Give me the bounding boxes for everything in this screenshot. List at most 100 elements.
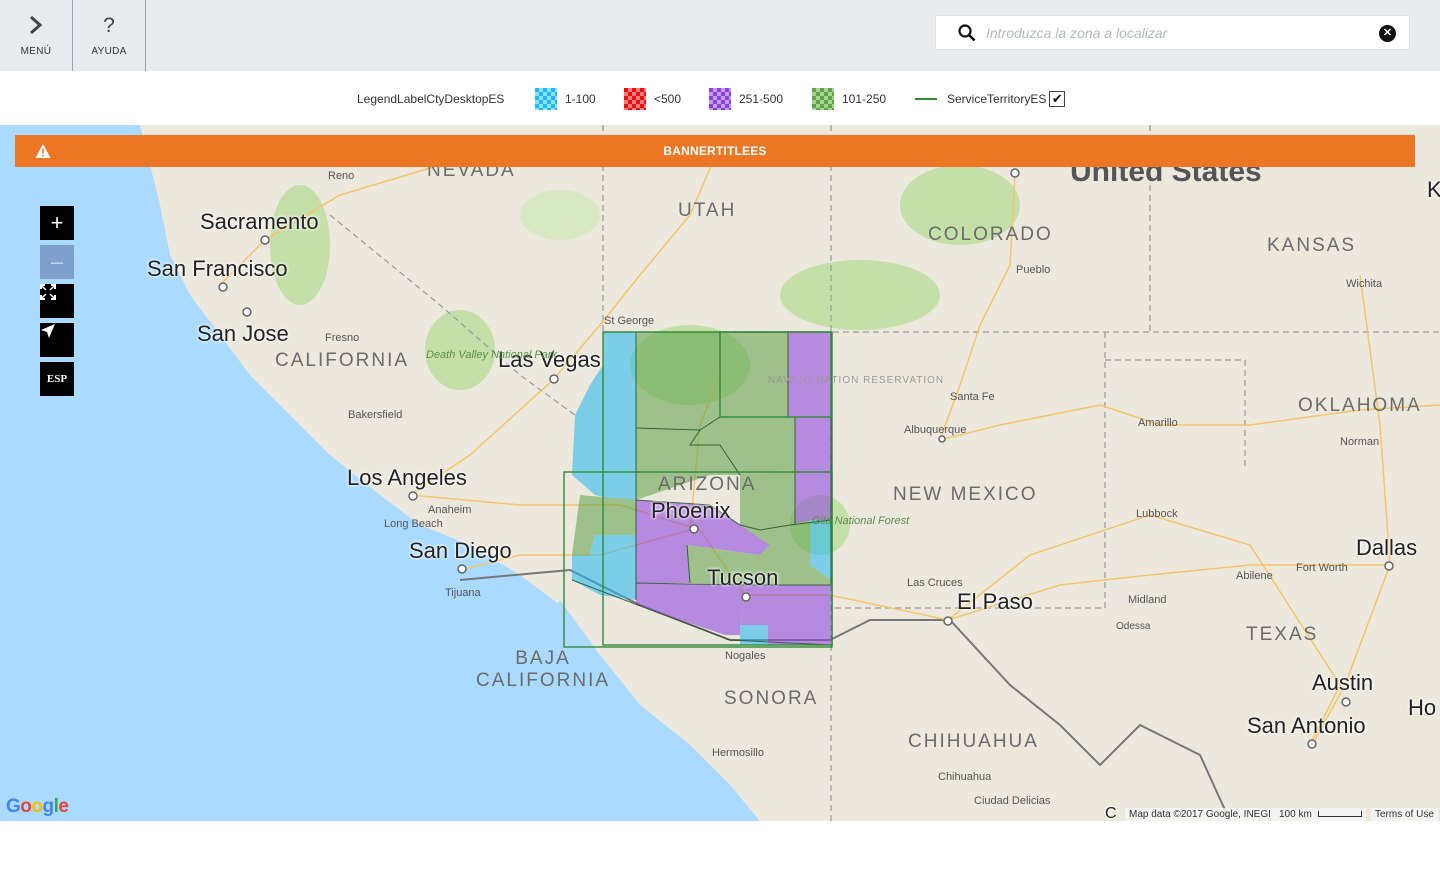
map-label-texas: TEXAS	[1246, 624, 1319, 645]
map-label-oklahoma: OKLAHOMA	[1298, 395, 1422, 416]
map-label-sonora: SONORA	[724, 688, 819, 709]
map-label-utah: UTAH	[678, 200, 737, 221]
chevron-right-icon	[28, 15, 44, 41]
bottom-blank-area	[0, 821, 1440, 892]
map-label-las-cruces: Las Cruces	[907, 577, 963, 589]
legend-label: 101-250	[842, 92, 887, 106]
help-label: AYUDA	[91, 45, 127, 57]
map-label-chihuahua-city: Chihuahua	[938, 771, 992, 783]
clear-search-icon[interactable]: ✕	[1379, 25, 1396, 42]
map-scale: 100 km	[1275, 808, 1366, 821]
map-label-albuquerque: Albuquerque	[904, 424, 967, 436]
map-label-san-diego: San Diego	[409, 538, 512, 563]
search-box: ✕	[935, 15, 1410, 50]
map-label-tucson: Tucson	[707, 565, 779, 590]
legend-item-lt500: <500	[624, 88, 681, 110]
legend-item-101-250: 101-250	[812, 88, 886, 110]
legend-title: LegendLabelCtyDesktopES	[357, 88, 504, 110]
legend-item-1-100: 1-100	[535, 88, 596, 110]
map-label-amarillo: Amarillo	[1138, 417, 1178, 429]
map-label-lubbock: Lubbock	[1136, 508, 1178, 520]
map-label-kansas: KANSAS	[1267, 235, 1357, 256]
map-label-norman: Norman	[1340, 436, 1380, 448]
map-label-wichita: Wichita	[1346, 278, 1383, 290]
map-label-new-mexico: NEW MEXICO	[893, 484, 1038, 505]
map-label-el-paso: El Paso	[957, 589, 1033, 614]
legend-swatch-blue	[535, 88, 557, 110]
terms-of-use-link[interactable]: Terms of Use	[1371, 808, 1438, 821]
top-bar: MENÚ ? AYUDA ✕	[0, 0, 1440, 71]
map-label-anaheim: Anaheim	[428, 504, 472, 516]
map-label-fresno: Fresno	[325, 332, 360, 344]
map-label-st-george: St George	[604, 315, 655, 327]
legend-bar: LegendLabelCtyDesktopES 1-100 <500 251-5…	[0, 71, 1440, 125]
search-icon[interactable]	[958, 24, 976, 42]
legend-label: ServiceTerritoryES	[947, 92, 1047, 106]
map-label-california: CALIFORNIA	[275, 350, 410, 371]
map-label-baja-california: BAJA CALIFORNIA	[476, 648, 611, 691]
map-label-midland: Midland	[1128, 594, 1167, 606]
legend-label: <500	[654, 92, 682, 106]
map-label-colorado: COLORADO	[928, 224, 1053, 245]
banner-title: BANNERTITLEES	[663, 144, 767, 158]
map-label-chihuahua: CHIHUAHUA	[908, 731, 1039, 752]
zoom-out-button[interactable]: –	[40, 245, 74, 279]
map-label-c-partial: C	[1105, 805, 1117, 821]
legend-swatch-green	[812, 88, 834, 110]
map-attribution: Map data ©2017 Google, INEGI	[1125, 808, 1275, 821]
map-scale-label: 100 km	[1279, 809, 1312, 820]
warning-icon	[35, 143, 51, 159]
map-label-k-partial: K	[1427, 177, 1440, 202]
service-territory-checkbox[interactable]: ✔	[1049, 91, 1066, 107]
fullscreen-button[interactable]	[40, 284, 74, 318]
legend-item-service-territory: ServiceTerritoryES ✔	[915, 88, 1066, 110]
map-label-long-beach: Long Beach	[384, 518, 443, 530]
legend-swatch-purple	[709, 88, 731, 110]
help-button[interactable]: ? AYUDA	[73, 0, 146, 71]
map-label-pueblo: Pueblo	[1016, 264, 1051, 276]
map-label-navajo: NAVAJO NATION RESERVATION	[768, 375, 945, 386]
language-button[interactable]: ESP	[40, 362, 74, 396]
map-label-abilene: Abilene	[1236, 570, 1273, 582]
zoom-in-button[interactable]: +	[40, 206, 74, 240]
search-input[interactable]	[986, 16, 1366, 49]
legend-item-251-500: 251-500	[709, 88, 783, 110]
minus-icon: –	[50, 249, 64, 274]
map-label-reno: Reno	[328, 170, 355, 182]
scale-bar-icon	[1317, 811, 1362, 818]
map-label-san-antonio: San Antonio	[1247, 713, 1366, 738]
map-label-santa-fe: Santa Fe	[950, 391, 995, 403]
legend-swatch-red	[624, 88, 646, 110]
legend-line-swatch	[915, 98, 937, 100]
map-label-tijuana: Tijuana	[445, 587, 481, 599]
map-label-arizona: ARIZONA	[658, 474, 757, 495]
google-logo: Google	[6, 796, 69, 817]
map-label-austin: Austin	[1312, 670, 1374, 695]
map-label-los-angeles: Los Angeles	[347, 465, 467, 490]
map-label-hermosillo: Hermosillo	[712, 747, 764, 759]
legend-label: 251-500	[739, 92, 784, 106]
locate-button[interactable]	[40, 323, 74, 357]
menu-button[interactable]: MENÚ	[0, 0, 73, 71]
alert-banner: BANNERTITLEES	[15, 135, 1415, 167]
question-icon: ?	[103, 13, 115, 37]
map-label-gila-forest: Gila National Forest	[812, 515, 910, 527]
map-label-sacramento: Sacramento	[200, 209, 319, 234]
map-label-fort-worth: Fort Worth	[1296, 562, 1348, 574]
map-label-bakersfield: Bakersfield	[348, 409, 403, 421]
legend-title-text: LegendLabelCtyDesktopES	[357, 92, 505, 106]
map-label-dallas: Dallas	[1356, 535, 1418, 560]
map-label-phoenix: Phoenix	[651, 498, 731, 523]
map-label-nogales: Nogales	[725, 650, 766, 662]
map-label-houston-partial: Ho	[1408, 695, 1437, 720]
plus-icon: +	[50, 210, 64, 235]
menu-label: MENÚ	[20, 45, 52, 57]
language-label: ESP	[46, 373, 68, 385]
map-label-odessa: Odessa	[1116, 621, 1151, 632]
map-label-death-valley: Death Valley National Park	[426, 349, 558, 361]
map-label-ciudad-delicias: Ciudad Delicias	[974, 795, 1051, 807]
map-canvas[interactable]: NEVADA UTAH COLORADO KANSAS CALIFORNIA A…	[0, 125, 1440, 821]
legend-label: 1-100	[565, 92, 596, 106]
map-label-san-jose: San Jose	[197, 321, 289, 346]
map-label-san-francisco: San Francisco	[147, 256, 288, 281]
